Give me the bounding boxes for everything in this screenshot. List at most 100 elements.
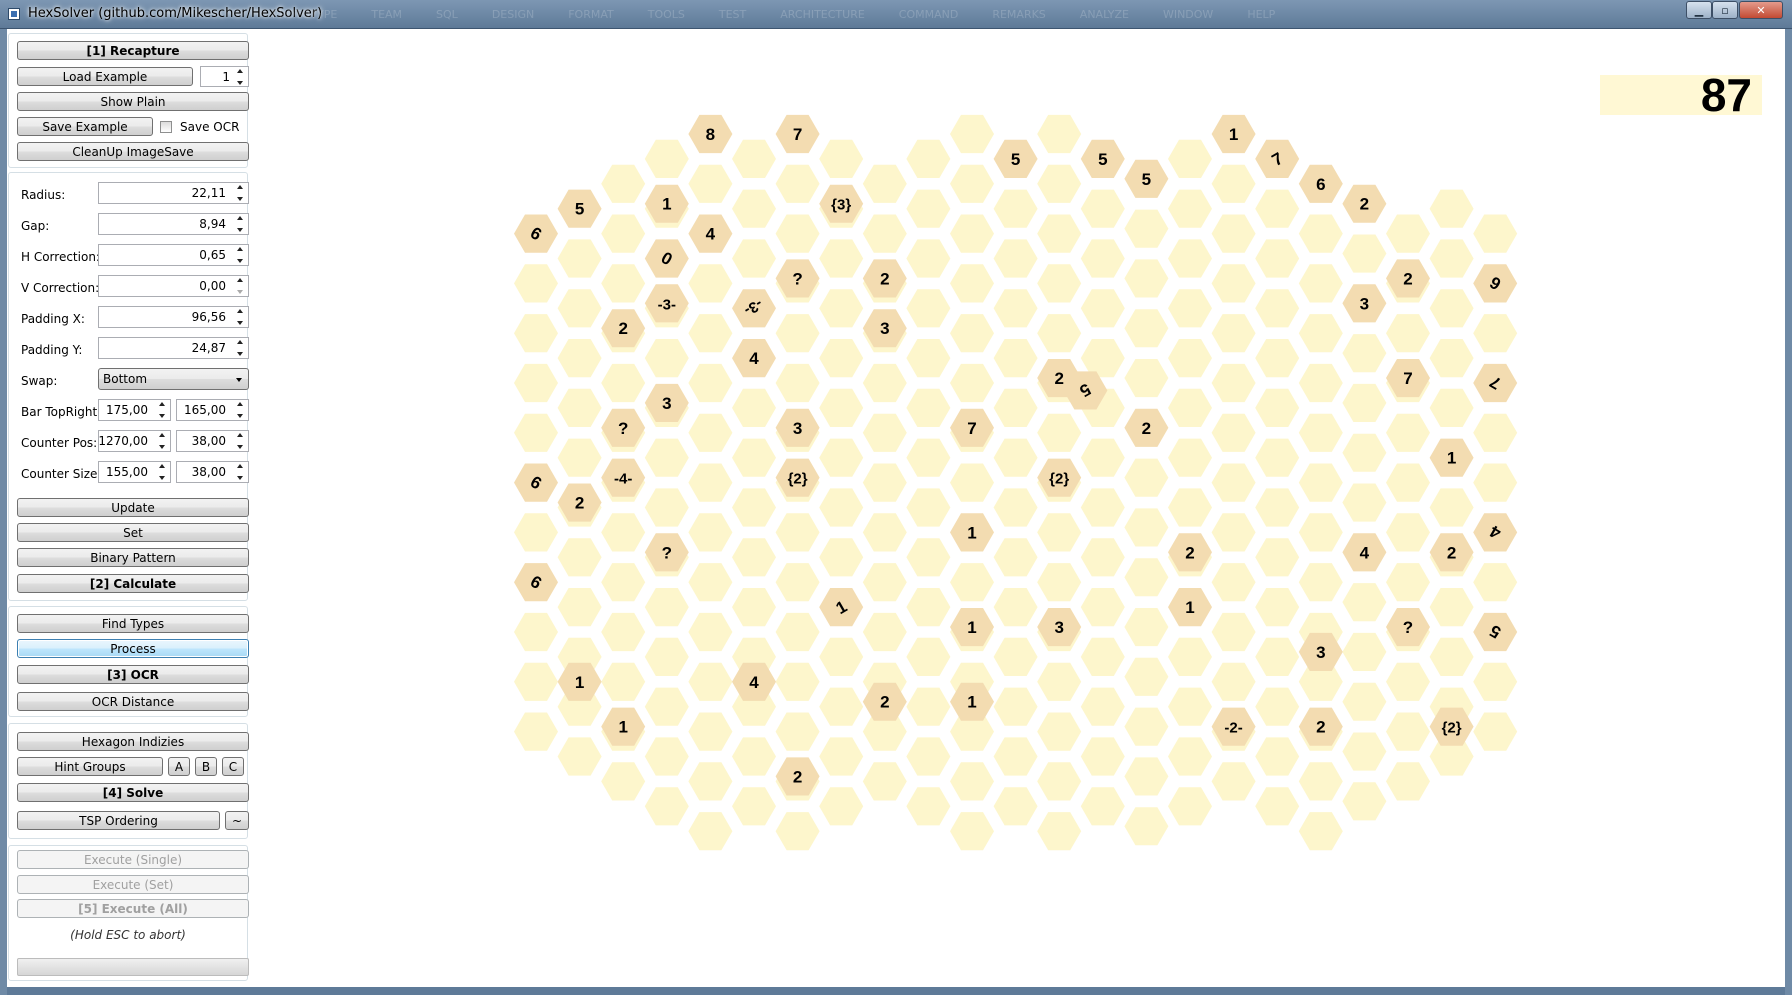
ocr-distance-button[interactable]: OCR Distance [17, 692, 249, 711]
window-bottom-border [7, 987, 1785, 995]
example-index-input[interactable]: 1 [200, 66, 249, 87]
background-menu-item: PROTOTYPE [272, 8, 338, 21]
counter-size-y-input[interactable]: 38,00 [176, 461, 249, 483]
hint-groups-button[interactable]: Hint Groups [17, 757, 163, 776]
execute-panel: Execute (Single) Execute (Set) [5] Execu… [8, 845, 249, 981]
title-bar: HexSolver (github.com/Mikescher/HexSolve… [0, 0, 1792, 29]
show-plain-button[interactable]: Show Plain [17, 92, 249, 111]
background-menu-item: ARCHITECTURE [780, 8, 865, 21]
counter-pos-x-input[interactable]: 1270,00 [98, 430, 171, 452]
progress-bar [17, 958, 249, 976]
background-menu-item: TEST [718, 8, 747, 21]
set-button[interactable]: Set [17, 523, 249, 542]
h-correction-label: H Correction: [21, 250, 100, 264]
bar-topright-y-value: 165,00 [184, 403, 226, 417]
tsp-options-button[interactable]: ~ [225, 811, 249, 830]
bar-topright-y-spinner[interactable] [235, 402, 245, 418]
background-menu-item: WINDOW [1162, 8, 1214, 21]
counter-pos-y-value: 38,00 [191, 434, 226, 448]
bar-topright-label: Bar TopRight: [21, 405, 102, 419]
binary-pattern-button[interactable]: Binary Pattern [17, 548, 249, 567]
calculate-button[interactable]: [2] Calculate [17, 574, 249, 593]
execute-set-button[interactable]: Execute (Set) [17, 875, 249, 894]
hexagon-indizies-button[interactable]: Hexagon Indizies [17, 732, 249, 751]
ocr-button[interactable]: [3] OCR [17, 665, 249, 684]
v-correction-spinner[interactable] [235, 278, 245, 294]
background-menu-item: REMARKS [992, 8, 1046, 21]
gap-value: 8,94 [199, 217, 226, 231]
close-button[interactable]: ✕ [1739, 1, 1783, 19]
minimize-button[interactable]: ▁ [1686, 1, 1712, 19]
hint-group-a-button[interactable]: A [168, 757, 190, 776]
counter-pos-y-spinner[interactable] [235, 433, 245, 449]
hint-group-b-button[interactable]: B [195, 757, 217, 776]
update-button[interactable]: Update [17, 498, 249, 517]
save-ocr-checkbox[interactable] [160, 121, 172, 133]
save-example-button[interactable]: Save Example [17, 117, 153, 136]
h-correction-spinner[interactable] [235, 247, 245, 263]
tsp-ordering-button[interactable]: TSP Ordering [17, 811, 220, 830]
radius-label: Radius: [21, 188, 66, 202]
bar-topright-x-value: 175,00 [106, 403, 148, 417]
execute-single-button[interactable]: Execute (Single) [17, 850, 249, 869]
gap-input[interactable]: 8,94 [98, 213, 249, 235]
v-correction-input[interactable]: 0,00 [98, 275, 249, 297]
padding-x-label: Padding X: [21, 312, 85, 326]
padding-x-value: 96,56 [191, 310, 226, 324]
v-correction-value: 0,00 [199, 279, 226, 293]
background-menu-item: TOOLS [647, 8, 685, 21]
padding-x-spinner[interactable] [235, 309, 245, 325]
find-types-button[interactable]: Find Types [17, 614, 249, 633]
background-menu-item: SQL [436, 8, 458, 21]
execute-all-button[interactable]: [5] Execute (All) [17, 899, 249, 918]
calibration-panel: Radius: 22,11 Gap: 8,94 H Correction: 0,… [8, 172, 249, 601]
radius-input[interactable]: 22,11 [98, 182, 249, 204]
load-example-button[interactable]: Load Example [17, 67, 193, 86]
padding-x-input[interactable]: 96,56 [98, 306, 249, 328]
cleanup-imagesave-button[interactable]: CleanUp ImageSave [17, 142, 249, 161]
counter-size-label: Counter Size: [21, 467, 102, 481]
h-correction-value: 0,65 [199, 248, 226, 262]
ocr-panel: Find Types Process [3] OCR OCR Distance [8, 606, 249, 717]
counter-size-y-spinner[interactable] [235, 464, 245, 480]
example-index-value: 1 [222, 69, 230, 84]
counter-pos-y-input[interactable]: 38,00 [176, 430, 249, 452]
counter-pos-label: Counter Pos: [21, 436, 98, 450]
bar-topright-x-input[interactable]: 175,00 [98, 399, 171, 421]
gap-label: Gap: [21, 219, 50, 233]
v-correction-label: V Correction: [21, 281, 100, 295]
app-icon [8, 8, 20, 20]
counter-size-x-input[interactable]: 155,00 [98, 461, 171, 483]
solve-button[interactable]: [4] Solve [17, 783, 249, 802]
gap-spinner[interactable] [235, 216, 245, 232]
process-button[interactable]: Process [17, 639, 249, 658]
example-index-spinner[interactable] [235, 69, 245, 85]
maximize-button[interactable]: ▫ [1712, 1, 1738, 19]
swap-value: Bottom [103, 372, 148, 386]
counter-size-x-value: 155,00 [106, 465, 148, 479]
padding-y-label: Padding Y: [21, 343, 83, 357]
padding-y-input[interactable]: 24,87 [98, 337, 249, 359]
solver-panel: Hexagon Indizies Hint Groups A B C [4] S… [8, 723, 249, 839]
background-menu: PROTOTYPE TEAM SQL DESIGN FORMAT TOOLS TEST ARC… [272, 8, 1275, 21]
recapture-button[interactable]: [1] Recapture [17, 41, 249, 60]
counter-size-y-value: 38,00 [191, 465, 226, 479]
background-menu-item: TEAM [371, 8, 403, 21]
background-menu-item: FORMAT [568, 8, 614, 21]
chevron-down-icon [236, 378, 242, 382]
radius-spinner[interactable] [235, 185, 245, 201]
padding-y-value: 24,87 [191, 341, 226, 355]
hint-group-c-button[interactable]: C [222, 757, 244, 776]
counter-pos-x-spinner[interactable] [157, 433, 167, 449]
padding-y-spinner[interactable] [235, 340, 245, 356]
swap-dropdown[interactable]: Bottom [98, 368, 249, 390]
counter-pos-x-value: 1270,00 [98, 434, 148, 448]
bar-topright-y-input[interactable]: 165,00 [176, 399, 249, 421]
bar-topright-x-spinner[interactable] [157, 402, 167, 418]
capture-panel: [1] Recapture Load Example 1 Show Plain … [8, 33, 249, 168]
h-correction-input[interactable]: 0,65 [98, 244, 249, 266]
client-area [7, 29, 1785, 987]
background-menu-item: COMMAND [898, 8, 959, 21]
radius-value: 22,11 [191, 186, 226, 200]
counter-size-x-spinner[interactable] [157, 464, 167, 480]
